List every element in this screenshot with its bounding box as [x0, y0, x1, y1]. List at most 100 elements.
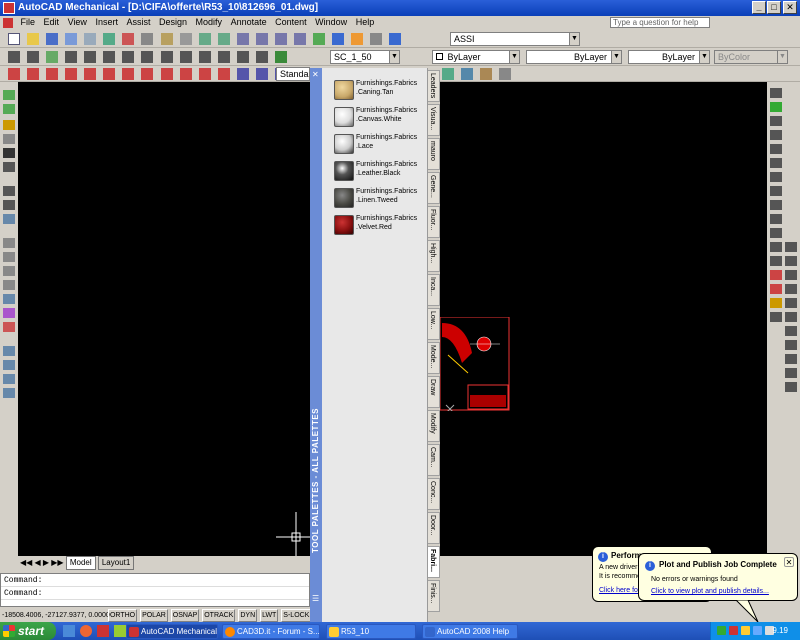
properties-icon[interactable] — [313, 33, 325, 45]
arc-length-icon[interactable] — [46, 51, 59, 63]
text-icon[interactable] — [3, 148, 15, 158]
paste-icon[interactable] — [160, 33, 173, 45]
stack-icon[interactable] — [3, 374, 15, 384]
menu-design[interactable]: Design — [156, 16, 190, 29]
text-style-combo[interactable]: Standa — [276, 67, 310, 81]
continue-icon[interactable] — [198, 51, 211, 63]
palette-item-lace[interactable]: Furnishings.Fabrics .Lace — [334, 132, 426, 157]
jogged-icon[interactable] — [103, 51, 116, 63]
mirror-icon[interactable] — [770, 284, 782, 294]
slock-toggle[interactable]: S-LOCK — [281, 609, 310, 622]
menu-view[interactable]: View — [65, 16, 90, 29]
center-mark-icon[interactable] — [236, 51, 249, 63]
join-icon[interactable] — [785, 340, 797, 350]
close-icon[interactable]: ✕ — [784, 557, 794, 567]
angular-icon[interactable] — [141, 51, 154, 63]
security-icon[interactable] — [729, 626, 738, 635]
lineweight-combo[interactable]: ByLayer ▼ — [628, 50, 710, 64]
chevron-down-icon[interactable]: ▼ — [389, 51, 399, 63]
ortho-toggle[interactable]: ORTHO — [107, 609, 138, 622]
tab-concrete[interactable]: Conc... — [428, 478, 440, 510]
plot-status-icon[interactable] — [741, 626, 750, 635]
offset-icon[interactable] — [770, 298, 782, 308]
region-tool-icon[interactable] — [770, 228, 782, 238]
spline-icon[interactable] — [160, 68, 173, 80]
palette-item-canvas-white[interactable]: Furnishings.Fabrics .Canvas.White — [334, 105, 426, 130]
aligned-dimension-icon[interactable] — [27, 51, 40, 63]
menu-assist[interactable]: Assist — [123, 16, 153, 29]
taskbar-folder[interactable]: R53_10 — [326, 624, 416, 639]
copy-icon[interactable] — [141, 33, 154, 45]
pan-icon[interactable] — [236, 33, 249, 45]
chevron-down-icon[interactable]: ▼ — [777, 51, 787, 63]
tab-incandescent[interactable]: Inca... — [428, 274, 440, 306]
revcloud-icon[interactable] — [141, 68, 154, 80]
ellipse-tool-icon[interactable] — [770, 200, 782, 210]
circle-icon[interactable] — [122, 68, 135, 80]
chamfer-icon[interactable] — [785, 354, 797, 364]
fillet-icon[interactable] — [785, 368, 797, 378]
command-window[interactable]: Command: Command: — [0, 573, 310, 607]
plotstyle-combo[interactable]: ByColor ▼ — [714, 50, 788, 64]
layer-icon[interactable] — [3, 120, 15, 130]
break-icon[interactable] — [785, 326, 797, 336]
coordinate-display[interactable]: -18508.4006, -27127.9377, 0.0000 — [0, 609, 110, 622]
designcenter-icon[interactable] — [332, 33, 345, 45]
ellipse-arc-icon[interactable] — [198, 68, 211, 80]
polar-toggle[interactable]: POLAR — [140, 609, 168, 622]
materials-tool-icon[interactable] — [3, 322, 15, 332]
tab-doors[interactable]: Door... — [428, 512, 440, 544]
tab-modify[interactable]: Modify — [428, 410, 440, 442]
tab-visual[interactable]: Visua... — [428, 104, 440, 136]
menu-insert[interactable]: Insert — [92, 16, 121, 29]
arc-draw-icon[interactable] — [770, 158, 782, 168]
scale-tool-icon[interactable] — [785, 270, 797, 280]
ucs-icon[interactable] — [3, 90, 15, 100]
tab-draw[interactable]: Draw — [428, 376, 440, 408]
balloon-link[interactable]: Click to view plot and publish details..… — [651, 588, 769, 595]
new-icon[interactable] — [8, 33, 20, 45]
publish-icon[interactable] — [103, 33, 116, 45]
command-input-line[interactable]: Command: — [1, 587, 309, 600]
plot-complete-balloon[interactable]: i Plot and Publish Job Complete ✕ No err… — [638, 553, 798, 601]
move-icon[interactable] — [785, 242, 797, 252]
quick-dimension-icon[interactable] — [160, 51, 173, 63]
spline-tool-icon[interactable] — [770, 186, 782, 196]
chevron-down-icon[interactable]: ▼ — [509, 51, 519, 63]
color-icon[interactable] — [3, 308, 15, 318]
save-icon[interactable] — [46, 33, 59, 45]
chevron-down-icon[interactable]: ▼ — [611, 51, 621, 63]
dyn-toggle[interactable]: DYN — [238, 609, 258, 622]
polygon-icon[interactable] — [65, 68, 78, 80]
acrobat-icon[interactable] — [97, 625, 110, 638]
polygon-tool-icon[interactable] — [770, 130, 782, 140]
lights-icon[interactable] — [461, 68, 474, 80]
preview-icon[interactable] — [84, 33, 97, 45]
table-tool-icon[interactable] — [770, 256, 782, 266]
help-icon[interactable] — [389, 33, 402, 45]
drawing-canvas-left[interactable] — [18, 82, 316, 556]
open-icon[interactable] — [27, 33, 40, 45]
start-button[interactable]: start — [0, 622, 56, 640]
minimize-button[interactable]: _ — [752, 1, 766, 14]
match-properties-icon[interactable] — [179, 33, 192, 45]
update-icon[interactable] — [274, 51, 287, 63]
orbit-icon[interactable] — [3, 214, 15, 224]
color-combo[interactable]: ByLayer ▼ — [432, 50, 520, 64]
block-icon[interactable] — [3, 134, 15, 144]
document-icon[interactable] — [3, 17, 13, 28]
osnap-toggle[interactable]: OSNAP — [170, 609, 200, 622]
palette-item-caning-tan[interactable]: Furnishings.Fabrics .Caning.Tan — [334, 78, 426, 103]
lwt-toggle[interactable]: LWT — [260, 609, 279, 622]
rectangle-icon[interactable] — [84, 68, 97, 80]
tab-high[interactable]: High... — [428, 240, 440, 272]
scale-icon[interactable] — [3, 162, 15, 172]
plot-icon[interactable] — [65, 33, 78, 45]
circle-tool-icon[interactable] — [770, 172, 782, 182]
array-icon[interactable] — [770, 312, 782, 322]
menu-file[interactable]: File — [18, 16, 39, 29]
menu-help[interactable]: Help — [353, 16, 378, 29]
line-icon[interactable] — [8, 68, 20, 80]
maximize-button[interactable]: □ — [767, 1, 781, 14]
app-icon[interactable] — [114, 625, 127, 638]
